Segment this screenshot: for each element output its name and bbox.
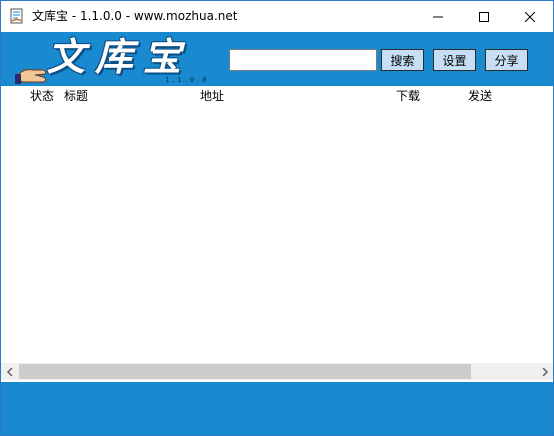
title-bar[interactable]: 文库宝 - 1.1.0.0 - www.mozhua.net [1,1,553,32]
column-header-send[interactable]: 发送 [468,88,492,104]
status-bar [1,382,553,435]
list-body[interactable] [1,106,553,364]
document-list[interactable]: 状态 标题 地址 下载 发送 [1,86,553,380]
logo-version: 1.1.0.0 [165,76,209,84]
search-input[interactable] [229,49,377,71]
column-header-status[interactable]: 状态 [30,88,54,104]
chevron-right-icon [541,367,548,376]
minimize-icon [433,16,443,17]
scroll-right-button[interactable] [536,363,553,380]
share-button[interactable]: 分享 [485,49,528,71]
scroll-left-button[interactable] [1,363,18,380]
hand-icon [15,56,49,84]
close-icon [525,11,535,22]
chevron-left-icon [6,367,13,376]
horizontal-scrollbar[interactable] [1,363,553,380]
column-header-download[interactable]: 下载 [396,88,420,104]
search-button[interactable]: 搜索 [381,49,424,71]
maximize-button[interactable] [461,1,507,32]
list-header: 状态 标题 地址 下载 发送 [1,86,553,106]
window-title: 文库宝 - 1.1.0.0 - www.mozhua.net [32,9,238,23]
scroll-thumb[interactable] [19,364,471,379]
app-icon [9,8,25,24]
app-logo: 文库宝 1.1.0.0 [15,34,215,86]
settings-button[interactable]: 设置 [433,49,476,71]
column-header-url[interactable]: 地址 [200,88,224,104]
app-window: 文库宝 - 1.1.0.0 - www.mozhua.net 文库宝 1.1.0… [0,0,554,436]
close-button[interactable] [507,1,553,32]
logo-text: 文库宝 [47,34,192,79]
maximize-icon [479,11,489,22]
minimize-button[interactable] [415,1,461,32]
header-banner: 文库宝 1.1.0.0 搜索 设置 分享 [1,32,553,86]
column-header-title[interactable]: 标题 [64,88,88,104]
